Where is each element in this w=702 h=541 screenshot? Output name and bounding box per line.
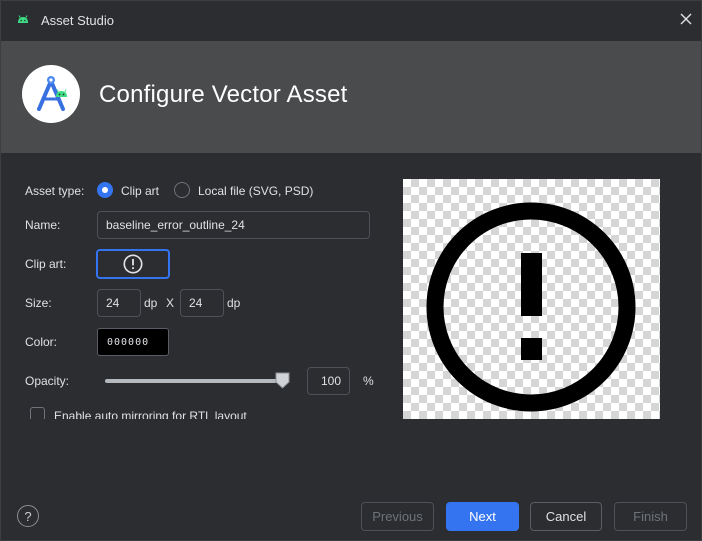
size-width-unit: dp	[144, 296, 158, 310]
name-field[interactable]: baseline_error_outline_24	[97, 211, 370, 239]
size-height-field[interactable]: 24	[180, 289, 224, 317]
help-icon: ?	[24, 508, 32, 524]
error-outline-icon	[123, 254, 143, 274]
auto-mirror-label[interactable]: Enable auto mirroring for RTL layout	[54, 409, 247, 419]
opacity-value: 100	[320, 374, 341, 388]
previous-button[interactable]: Previous	[361, 502, 434, 531]
size-label: Size:	[25, 296, 52, 310]
window-title: Asset Studio	[41, 13, 114, 28]
android-studio-logo-icon	[37, 76, 67, 111]
opacity-slider-track[interactable]	[105, 379, 285, 383]
preview-pane	[403, 179, 660, 419]
opacity-label: Opacity:	[25, 374, 70, 388]
name-value: baseline_error_outline_24	[106, 218, 245, 232]
next-button[interactable]: Next	[446, 502, 519, 531]
wizard-footer: ? Previous Next Cancel Finish	[1, 489, 701, 541]
color-swatch[interactable]: 000000	[97, 328, 169, 356]
clip-art-button[interactable]	[96, 249, 170, 279]
name-label: Name:	[25, 218, 61, 232]
cancel-button[interactable]: Cancel	[530, 502, 602, 531]
size-separator: X	[166, 296, 175, 310]
asset-type-label: Asset type:	[25, 184, 85, 198]
help-button[interactable]: ?	[17, 505, 39, 527]
android-studio-logo	[22, 65, 80, 123]
auto-mirror-checkbox[interactable]	[30, 407, 45, 419]
title-bar: Asset Studio	[1, 1, 701, 41]
local-file-radio-label[interactable]: Local file (SVG, PSD)	[198, 184, 313, 198]
finish-button[interactable]: Finish	[614, 502, 687, 531]
local-file-radio[interactable]	[174, 182, 190, 198]
wizard-header: Configure Vector Asset	[1, 41, 701, 153]
clip-art-radio[interactable]	[97, 182, 113, 198]
size-height-value: 24	[189, 296, 203, 310]
size-width-value: 24	[106, 296, 120, 310]
opacity-slider-thumb[interactable]	[274, 372, 291, 389]
color-value: 000000	[107, 336, 150, 348]
size-width-field[interactable]: 24	[97, 289, 141, 317]
opacity-field[interactable]: 100	[307, 367, 350, 395]
asset-studio-window: Asset Studio Configure Vector Asset Asse…	[0, 0, 702, 541]
size-height-unit: dp	[227, 296, 241, 310]
clip-art-radio-label[interactable]: Clip art	[121, 184, 159, 198]
close-icon[interactable]	[678, 11, 694, 27]
error-outline-icon	[426, 202, 636, 412]
clip-art-label: Clip art:	[25, 257, 67, 271]
color-label: Color:	[25, 335, 58, 349]
android-icon	[18, 15, 28, 23]
opacity-unit: %	[363, 374, 374, 388]
page-title: Configure Vector Asset	[99, 81, 348, 108]
